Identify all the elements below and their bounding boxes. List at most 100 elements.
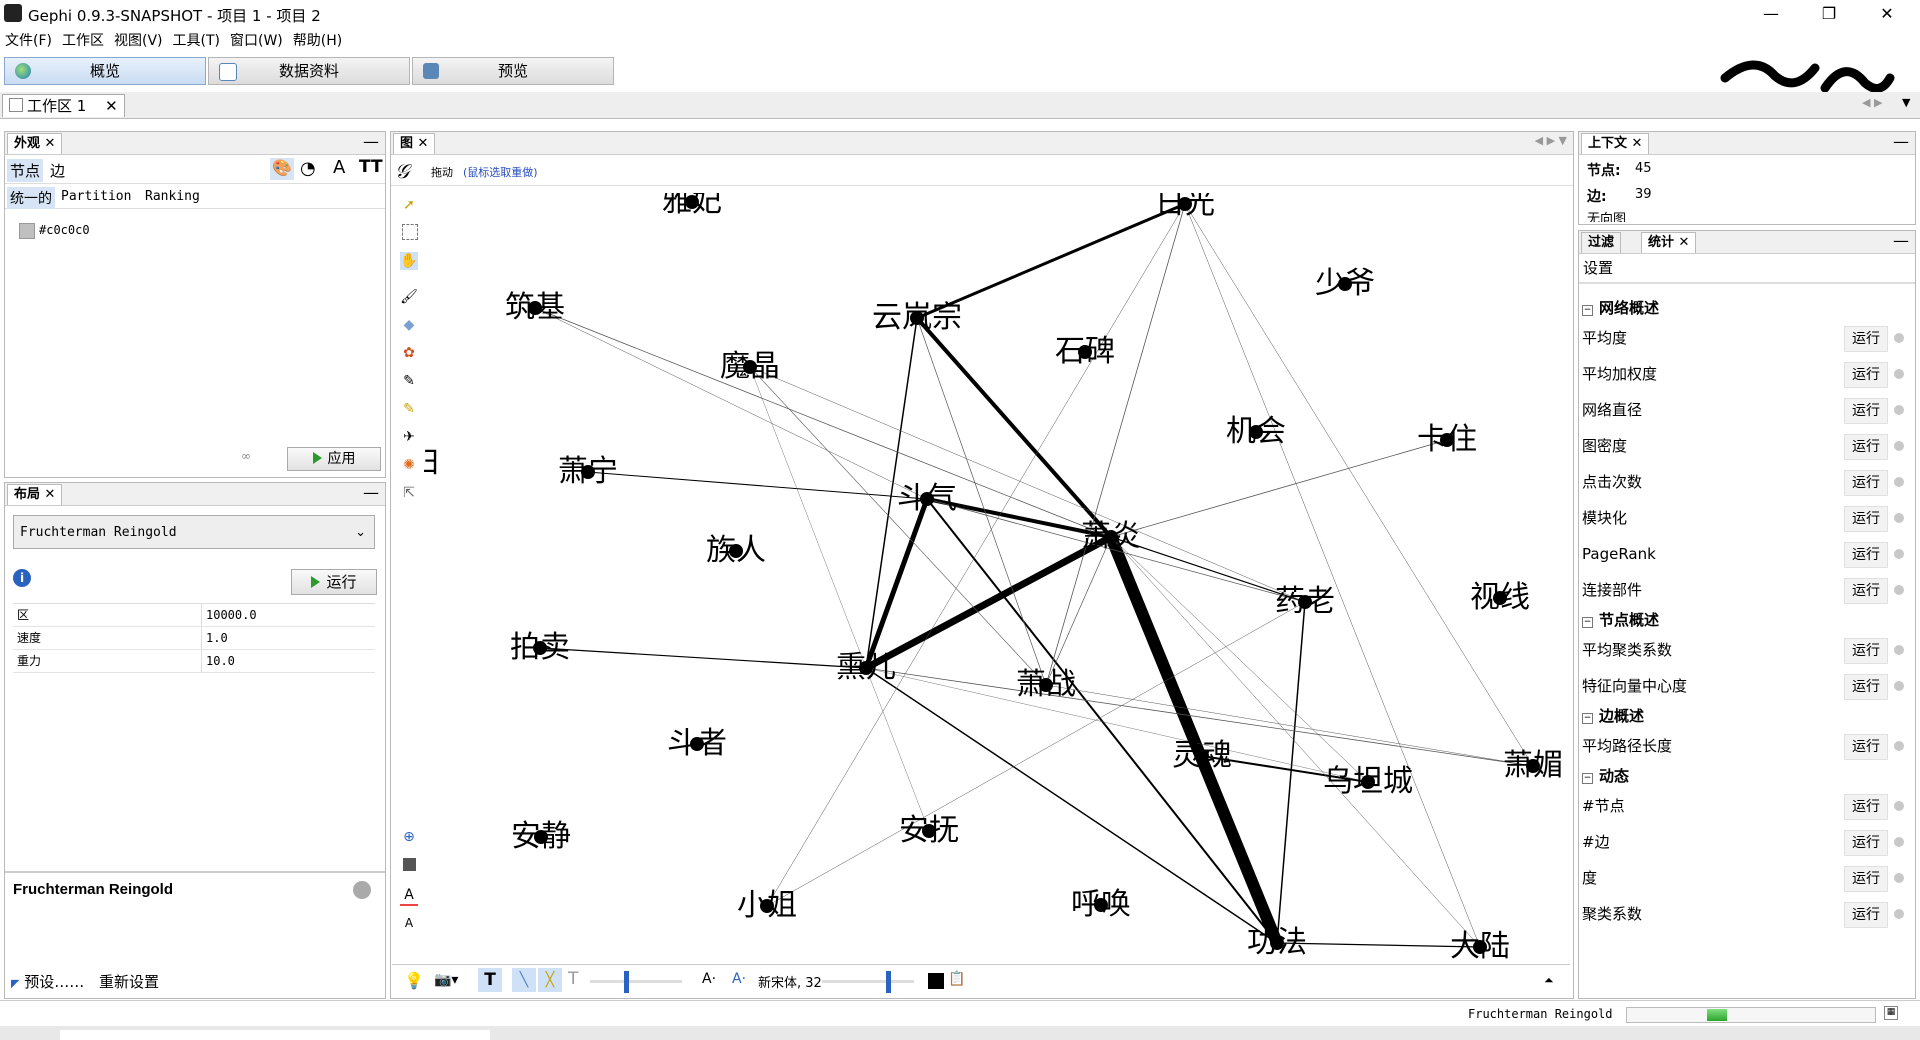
node-douqi[interactable] bbox=[920, 492, 934, 506]
run-layout-button[interactable]: 运行 bbox=[291, 569, 377, 595]
node-jihui[interactable] bbox=[1249, 425, 1263, 439]
close-window-button[interactable]: ✕ bbox=[1858, 0, 1916, 28]
node-xunwan[interactable] bbox=[859, 661, 873, 675]
run-stat-button[interactable]: 运行 bbox=[1844, 506, 1888, 532]
settings-link[interactable]: 设置 bbox=[1579, 254, 1915, 284]
run-stat-button[interactable]: 运行 bbox=[1844, 434, 1888, 460]
stop-layout-icon[interactable]: ▦ bbox=[1884, 1006, 1898, 1020]
label-color-icon[interactable]: A bbox=[333, 157, 345, 178]
label-size-tool-icon[interactable]: A bbox=[400, 914, 418, 932]
node-linghun[interactable] bbox=[1195, 749, 1209, 763]
stat-info-icon[interactable] bbox=[1894, 873, 1904, 883]
node-huhuan[interactable] bbox=[1094, 898, 1108, 912]
pencil-icon[interactable]: ✎ bbox=[400, 372, 418, 390]
minimize-panel-icon[interactable]: — bbox=[363, 132, 379, 152]
stat-info-icon[interactable] bbox=[1894, 801, 1904, 811]
stat-info-icon[interactable] bbox=[1894, 741, 1904, 751]
area-value[interactable]: 10000.0 bbox=[201, 604, 257, 626]
layout-algorithm-select[interactable]: Fruchterman Reingold ⌄ bbox=[13, 515, 375, 549]
menu-view[interactable]: 视图(V) bbox=[109, 30, 168, 52]
run-stat-button[interactable]: 运行 bbox=[1844, 794, 1888, 820]
menu-help[interactable]: 帮助(H) bbox=[288, 30, 347, 52]
show-labels-icon[interactable]: T bbox=[478, 968, 502, 992]
color-swatch[interactable] bbox=[19, 223, 35, 239]
label-size-slider[interactable] bbox=[822, 980, 914, 983]
rectangle-select-icon[interactable] bbox=[402, 224, 418, 240]
node-yaolao[interactable] bbox=[1298, 595, 1312, 609]
node-riguang[interactable] bbox=[1178, 197, 1192, 211]
stat-info-icon[interactable] bbox=[1894, 549, 1904, 559]
apply-button[interactable]: 应用 bbox=[287, 447, 381, 471]
graph-tab[interactable]: 图 ✕ bbox=[393, 133, 436, 154]
label-size-icon[interactable]: TT bbox=[359, 157, 383, 177]
zoom-icon[interactable]: ⊕ bbox=[400, 828, 418, 846]
stat-info-icon[interactable] bbox=[1894, 513, 1904, 523]
filters-tab[interactable]: 过滤 bbox=[1581, 232, 1622, 253]
menu-file[interactable]: 文件(F) bbox=[0, 30, 57, 52]
stats-section-1[interactable]: − 节点概述 bbox=[1582, 608, 1910, 632]
stat-info-icon[interactable] bbox=[1894, 681, 1904, 691]
collapse-icon[interactable]: − bbox=[1582, 305, 1593, 316]
nodes-subtab[interactable]: 节点 bbox=[7, 159, 44, 182]
run-stat-button[interactable]: 运行 bbox=[1844, 542, 1888, 568]
close-statistics-icon[interactable]: ✕ bbox=[1679, 235, 1690, 250]
run-stat-button[interactable]: 运行 bbox=[1844, 362, 1888, 388]
node-shibei[interactable] bbox=[1078, 345, 1092, 359]
close-workspace-icon[interactable]: ✕ bbox=[105, 97, 118, 115]
node-yafei[interactable] bbox=[685, 195, 699, 209]
font-increase-icon[interactable]: A· bbox=[732, 971, 746, 987]
collapse-icon[interactable]: − bbox=[1582, 617, 1593, 628]
tab-list-icon[interactable]: ▼ bbox=[1902, 96, 1910, 109]
node-wutancheng[interactable] bbox=[1361, 775, 1375, 789]
stat-info-icon[interactable] bbox=[1894, 585, 1904, 595]
run-stat-button[interactable]: 运行 bbox=[1844, 470, 1888, 496]
node-zhuji[interactable] bbox=[528, 301, 542, 315]
help-pointer-icon[interactable]: ⇱ bbox=[400, 484, 418, 502]
edge-pencil-icon[interactable]: ✎ bbox=[400, 400, 418, 418]
tab-scroll-icons[interactable]: ◀ ▶ bbox=[1862, 96, 1882, 109]
brush-icon[interactable]: 🖌 bbox=[400, 288, 418, 306]
edge-weight-slider[interactable] bbox=[590, 980, 682, 983]
menu-window[interactable]: 窗口(W) bbox=[225, 30, 288, 52]
graph-tab-nav-icons[interactable]: ◀ ▶ ▼ bbox=[1535, 134, 1567, 147]
partition-mode-tab[interactable]: Partition bbox=[61, 189, 131, 204]
node-xiaomei[interactable] bbox=[1526, 759, 1540, 773]
close-appearance-icon[interactable]: ✕ bbox=[45, 136, 56, 151]
drag-tool-icon[interactable]: ✋ bbox=[400, 252, 418, 270]
stat-info-icon[interactable] bbox=[1894, 477, 1904, 487]
font-label[interactable]: 新宋体, 32 bbox=[758, 972, 822, 991]
node-xiaoning[interactable] bbox=[581, 465, 595, 479]
node-zuren[interactable] bbox=[729, 544, 743, 558]
run-stat-button[interactable]: 运行 bbox=[1844, 902, 1888, 928]
edge-color-icon[interactable]: ╳ bbox=[538, 968, 562, 992]
run-stat-button[interactable]: 运行 bbox=[1844, 866, 1888, 892]
node-xiaojie[interactable] bbox=[760, 899, 774, 913]
node-mojing[interactable] bbox=[743, 360, 757, 374]
ranking-mode-tab[interactable]: Ranking bbox=[145, 189, 200, 204]
select-tool-icon[interactable]: ➚ bbox=[400, 196, 418, 214]
layout-tab[interactable]: 布局 ✕ bbox=[7, 484, 63, 505]
overview-button[interactable]: 概览 bbox=[4, 57, 206, 85]
run-stat-button[interactable]: 运行 bbox=[1844, 674, 1888, 700]
maximize-button[interactable]: ❐ bbox=[1800, 0, 1858, 28]
graph-canvas[interactable]: 臼 雅妃日光少爷筑基云岚宗石碑魔晶机会卡住萧宁斗气萧炎族人药老视线拍卖熏儿萧战斗… bbox=[424, 193, 1570, 963]
node-gongfa[interactable] bbox=[1270, 936, 1284, 950]
node-shaoye[interactable] bbox=[1338, 277, 1352, 291]
run-stat-button[interactable]: 运行 bbox=[1844, 578, 1888, 604]
minimize-layout-icon[interactable]: — bbox=[363, 483, 379, 503]
collapse-icon[interactable]: − bbox=[1582, 713, 1593, 724]
run-stat-button[interactable]: 运行 bbox=[1844, 638, 1888, 664]
stat-info-icon[interactable] bbox=[1894, 909, 1904, 919]
link-icon[interactable]: ∞ bbox=[241, 448, 251, 464]
preview-button[interactable]: 预览 bbox=[412, 57, 614, 85]
data-lab-button[interactable]: 数据资料 bbox=[208, 57, 410, 85]
stat-info-icon[interactable] bbox=[1894, 369, 1904, 379]
label-color-tool-icon[interactable]: A bbox=[400, 886, 418, 906]
painter-icon[interactable]: ✿ bbox=[400, 344, 418, 362]
gravity-value[interactable]: 10.0 bbox=[201, 650, 235, 672]
diamond-icon[interactable]: ◆ bbox=[400, 316, 418, 334]
node-shixian[interactable] bbox=[1493, 591, 1507, 605]
node-dalu[interactable] bbox=[1473, 940, 1487, 954]
run-stat-button[interactable]: 运行 bbox=[1844, 734, 1888, 760]
presets-button[interactable]: ◤ 预设…… bbox=[11, 971, 84, 992]
